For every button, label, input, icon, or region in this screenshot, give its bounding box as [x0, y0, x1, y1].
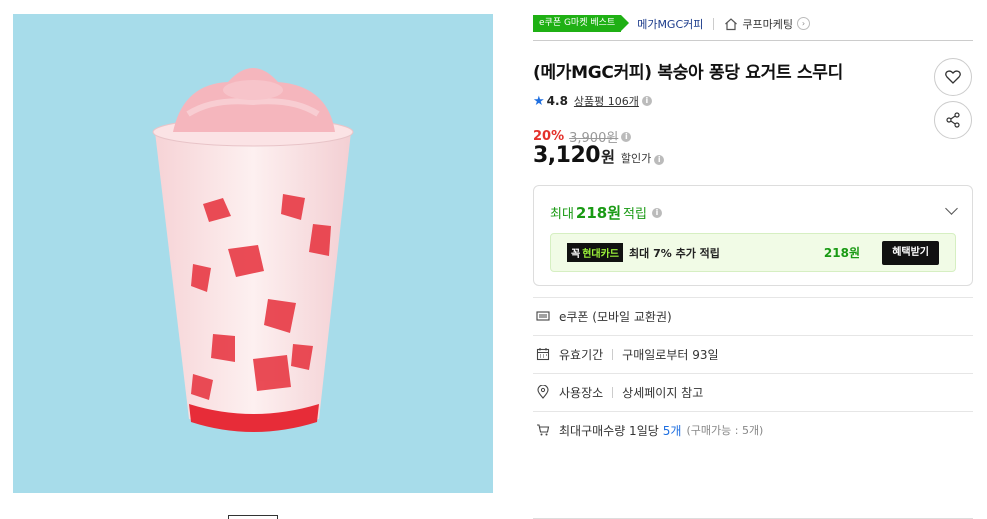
detail-value: 구매일로부터 93일 — [622, 347, 719, 362]
points-header[interactable]: 최대 218원 적립 i — [550, 202, 662, 223]
price-row: 3,120 원 할인가 i — [533, 143, 665, 168]
thumbnail-indicator[interactable] — [228, 515, 278, 519]
sale-price: 3,120 — [533, 143, 601, 168]
cart-icon — [537, 424, 550, 436]
product-title: (메가MGC커피) 복숭아 퐁당 요거트 스무디 — [533, 63, 843, 83]
best-badge[interactable]: e쿠폰 G마켓 베스트 — [533, 15, 630, 32]
card-benefit-text: 최대 7% 추가 적립 — [629, 246, 720, 260]
smoothie-cup-illustration — [152, 68, 354, 432]
calendar-icon — [536, 348, 550, 361]
discount-rate: 20% — [533, 129, 565, 144]
detail-label: 사용장소 — [559, 385, 604, 400]
product-image — [13, 14, 493, 493]
card-badge: 꼭 현대카드 — [567, 243, 624, 262]
heart-icon — [945, 70, 961, 84]
rating-row: ★ 4.8 상품평 106개 i — [533, 93, 652, 109]
chevron-down-icon[interactable] — [945, 202, 958, 215]
card-benefit-row: 꼭 현대카드 최대 7% 추가 적립 218원 혜택받기 — [550, 233, 956, 272]
detail-label: e쿠폰 (모바일 교환권) — [559, 309, 672, 324]
shop-link[interactable]: 쿠프마케팅 — [742, 16, 793, 32]
price-unit: 원 — [601, 148, 615, 166]
detail-row-location: 사용장소 상세페이지 참고 — [533, 373, 973, 410]
price-label: 할인가 — [620, 152, 652, 165]
detail-row-validity: 유효기간 구매일로부터 93일 — [533, 335, 973, 372]
favorite-button[interactable] — [934, 58, 972, 96]
star-icon: ★ — [533, 93, 545, 109]
info-icon[interactable]: i — [621, 131, 632, 142]
chevron-right-icon[interactable]: › — [797, 17, 810, 30]
divider — [612, 348, 614, 360]
location-icon — [537, 385, 549, 399]
share-button[interactable] — [934, 101, 972, 139]
rating-value: 4.8 — [546, 94, 568, 108]
divider — [612, 386, 614, 398]
card-points: 218원 — [823, 246, 860, 260]
card-badge-prefix: 꼭 — [571, 249, 581, 260]
info-icon[interactable]: i — [641, 96, 652, 106]
detail-highlight: 5개 — [662, 423, 682, 438]
card-badge-name: 현대카드 — [582, 249, 620, 260]
breadcrumb-bar: e쿠폰 G마켓 베스트 메가MGC커피 쿠프마케팅 › — [533, 13, 973, 41]
home-icon — [725, 17, 738, 30]
divider — [713, 17, 715, 30]
points-box: 최대 218원 적립 i 꼭 현대카드 최대 7% 추가 적립 218원 혜택받기 — [533, 185, 973, 286]
ticket-icon — [536, 311, 550, 321]
detail-value: 상세페이지 참고 — [622, 385, 704, 400]
points-prefix: 최대 — [550, 207, 574, 222]
info-icon[interactable]: i — [654, 155, 665, 165]
detail-row-max-quantity: 최대구매수량 1일당 5개 (구매가능 : 5개) — [533, 411, 973, 448]
detail-label: 유효기간 — [559, 347, 604, 362]
review-link[interactable]: 상품평 106개 — [574, 93, 639, 109]
points-amount: 218원 — [575, 204, 622, 222]
detail-label: 최대구매수량 1일당 — [559, 423, 659, 438]
detail-sub: (구매가능 : 5개) — [686, 424, 764, 437]
detail-row-coupon-type: e쿠폰 (모바일 교환권) — [533, 297, 973, 334]
info-icon[interactable]: i — [651, 207, 662, 218]
product-info-panel: e쿠폰 G마켓 베스트 메가MGC커피 쿠프마케팅 › (메가MGC커피) 복숭… — [533, 0, 973, 519]
get-benefit-button[interactable]: 혜택받기 — [882, 240, 939, 265]
share-icon — [946, 112, 960, 128]
brand-link[interactable]: 메가MGC커피 — [637, 16, 703, 32]
points-suffix: 적립 — [623, 207, 647, 222]
